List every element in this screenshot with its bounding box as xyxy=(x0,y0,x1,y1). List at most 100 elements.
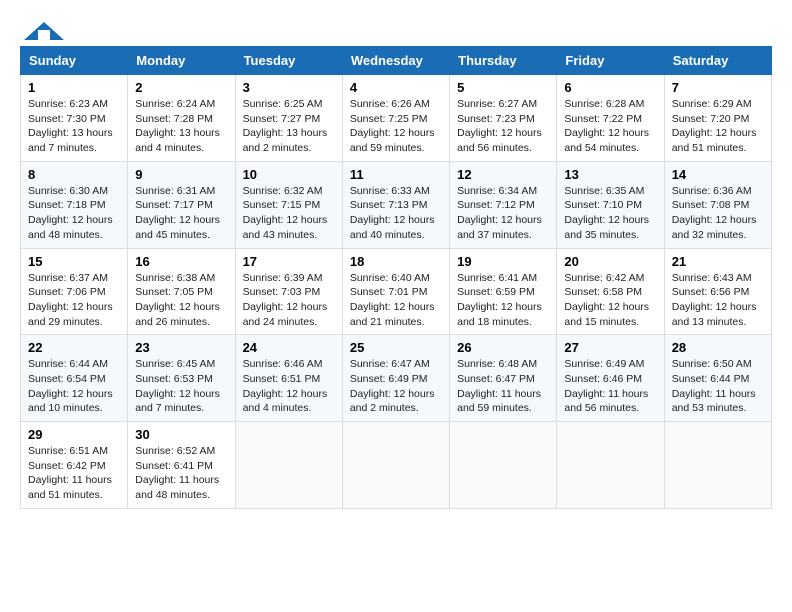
day-info: Sunrise: 6:26 AMSunset: 7:25 PMDaylight:… xyxy=(350,97,442,156)
calendar-cell: 10 Sunrise: 6:32 AMSunset: 7:15 PMDayligh… xyxy=(235,161,342,248)
day-number: 5 xyxy=(457,80,549,95)
day-info: Sunrise: 6:42 AMSunset: 6:58 PMDaylight:… xyxy=(564,271,656,330)
day-info: Sunrise: 6:43 AMSunset: 6:56 PMDaylight:… xyxy=(672,271,764,330)
day-info: Sunrise: 6:25 AMSunset: 7:27 PMDaylight:… xyxy=(243,97,335,156)
calendar-cell: 15 Sunrise: 6:37 AMSunset: 7:06 PMDayligh… xyxy=(21,248,128,335)
day-info: Sunrise: 6:35 AMSunset: 7:10 PMDaylight:… xyxy=(564,184,656,243)
day-info: Sunrise: 6:49 AMSunset: 6:46 PMDaylight:… xyxy=(564,357,656,416)
calendar-cell: 21Sunrise: 6:43 AMSunset: 6:56 PMDayligh… xyxy=(664,248,771,335)
day-number: 15 xyxy=(28,254,120,269)
day-number: 10 xyxy=(243,167,335,182)
calendar-cell: 4 Sunrise: 6:26 AMSunset: 7:25 PMDaylight… xyxy=(342,75,449,162)
day-info: Sunrise: 6:39 AMSunset: 7:03 PMDaylight:… xyxy=(243,271,335,330)
logo-icon xyxy=(22,20,66,42)
day-number: 29 xyxy=(28,427,120,442)
calendar-cell xyxy=(664,422,771,509)
calendar-cell: 1 Sunrise: 6:23 AMSunset: 7:30 PMDaylight… xyxy=(21,75,128,162)
calendar-cell: 3 Sunrise: 6:25 AMSunset: 7:27 PMDaylight… xyxy=(235,75,342,162)
calendar-cell: 30 Sunrise: 6:52 AMSunset: 6:41 PMDayligh… xyxy=(128,422,235,509)
calendar-cell: 2 Sunrise: 6:24 AMSunset: 7:28 PMDaylight… xyxy=(128,75,235,162)
day-number: 2 xyxy=(135,80,227,95)
weekday-header-thursday: Thursday xyxy=(450,47,557,75)
calendar-header: SundayMondayTuesdayWednesdayThursdayFrid… xyxy=(21,47,772,75)
calendar-cell xyxy=(342,422,449,509)
calendar-cell: 28 Sunrise: 6:50 AMSunset: 6:44 PMDayligh… xyxy=(664,335,771,422)
day-number: 22 xyxy=(28,340,120,355)
day-info: Sunrise: 6:51 AMSunset: 6:42 PMDaylight:… xyxy=(28,444,120,503)
day-info: Sunrise: 6:52 AMSunset: 6:41 PMDaylight:… xyxy=(135,444,227,503)
calendar-cell: 8 Sunrise: 6:30 AMSunset: 7:18 PMDaylight… xyxy=(21,161,128,248)
day-info: Sunrise: 6:36 AMSunset: 7:08 PMDaylight:… xyxy=(672,184,764,243)
day-number: 26 xyxy=(457,340,549,355)
day-info: Sunrise: 6:33 AMSunset: 7:13 PMDaylight:… xyxy=(350,184,442,243)
day-info: Sunrise: 6:50 AMSunset: 6:44 PMDaylight:… xyxy=(672,357,764,416)
calendar-cell: 7Sunrise: 6:29 AMSunset: 7:20 PMDaylight… xyxy=(664,75,771,162)
calendar-cell xyxy=(235,422,342,509)
calendar-cell: 17 Sunrise: 6:39 AMSunset: 7:03 PMDayligh… xyxy=(235,248,342,335)
calendar-cell: 9 Sunrise: 6:31 AMSunset: 7:17 PMDaylight… xyxy=(128,161,235,248)
day-info: Sunrise: 6:34 AMSunset: 7:12 PMDaylight:… xyxy=(457,184,549,243)
weekday-header-sunday: Sunday xyxy=(21,47,128,75)
day-number: 6 xyxy=(564,80,656,95)
day-info: Sunrise: 6:23 AMSunset: 7:30 PMDaylight:… xyxy=(28,97,120,156)
calendar-cell: 19 Sunrise: 6:41 AMSunset: 6:59 PMDayligh… xyxy=(450,248,557,335)
calendar-cell xyxy=(450,422,557,509)
calendar-cell: 24 Sunrise: 6:46 AMSunset: 6:51 PMDayligh… xyxy=(235,335,342,422)
calendar-cell: 14 Sunrise: 6:36 AMSunset: 7:08 PMDayligh… xyxy=(664,161,771,248)
calendar-cell: 6 Sunrise: 6:28 AMSunset: 7:22 PMDaylight… xyxy=(557,75,664,162)
day-info: Sunrise: 6:40 AMSunset: 7:01 PMDaylight:… xyxy=(350,271,442,330)
calendar-cell xyxy=(557,422,664,509)
day-number: 3 xyxy=(243,80,335,95)
day-number: 28 xyxy=(672,340,764,355)
day-number: 18 xyxy=(350,254,442,269)
day-number: 16 xyxy=(135,254,227,269)
day-number: 19 xyxy=(457,254,549,269)
day-number: 12 xyxy=(457,167,549,182)
day-number: 25 xyxy=(350,340,442,355)
weekday-header-monday: Monday xyxy=(128,47,235,75)
day-info: Sunrise: 6:46 AMSunset: 6:51 PMDaylight:… xyxy=(243,357,335,416)
day-info: Sunrise: 6:24 AMSunset: 7:28 PMDaylight:… xyxy=(135,97,227,156)
calendar-cell: 20 Sunrise: 6:42 AMSunset: 6:58 PMDayligh… xyxy=(557,248,664,335)
day-info: Sunrise: 6:47 AMSunset: 6:49 PMDaylight:… xyxy=(350,357,442,416)
page-header xyxy=(20,20,772,36)
day-number: 30 xyxy=(135,427,227,442)
calendar-table: SundayMondayTuesdayWednesdayThursdayFrid… xyxy=(20,46,772,509)
day-number: 4 xyxy=(350,80,442,95)
day-info: Sunrise: 6:30 AMSunset: 7:18 PMDaylight:… xyxy=(28,184,120,243)
day-number: 11 xyxy=(350,167,442,182)
day-number: 14 xyxy=(672,167,764,182)
calendar-cell: 29 Sunrise: 6:51 AMSunset: 6:42 PMDayligh… xyxy=(21,422,128,509)
calendar-cell: 11 Sunrise: 6:33 AMSunset: 7:13 PMDayligh… xyxy=(342,161,449,248)
day-info: Sunrise: 6:38 AMSunset: 7:05 PMDaylight:… xyxy=(135,271,227,330)
day-number: 17 xyxy=(243,254,335,269)
calendar-cell: 13Sunrise: 6:35 AMSunset: 7:10 PMDayligh… xyxy=(557,161,664,248)
weekday-header-wednesday: Wednesday xyxy=(342,47,449,75)
day-info: Sunrise: 6:48 AMSunset: 6:47 PMDaylight:… xyxy=(457,357,549,416)
day-info: Sunrise: 6:41 AMSunset: 6:59 PMDaylight:… xyxy=(457,271,549,330)
day-info: Sunrise: 6:37 AMSunset: 7:06 PMDaylight:… xyxy=(28,271,120,330)
weekday-header-saturday: Saturday xyxy=(664,47,771,75)
calendar-cell: 18 Sunrise: 6:40 AMSunset: 7:01 PMDayligh… xyxy=(342,248,449,335)
weekday-header-friday: Friday xyxy=(557,47,664,75)
calendar-cell: 25 Sunrise: 6:47 AMSunset: 6:49 PMDayligh… xyxy=(342,335,449,422)
day-number: 8 xyxy=(28,167,120,182)
weekday-header-tuesday: Tuesday xyxy=(235,47,342,75)
day-number: 20 xyxy=(564,254,656,269)
calendar-cell: 23 Sunrise: 6:45 AMSunset: 6:53 PMDayligh… xyxy=(128,335,235,422)
day-info: Sunrise: 6:44 AMSunset: 6:54 PMDaylight:… xyxy=(28,357,120,416)
calendar-cell: 27 Sunrise: 6:49 AMSunset: 6:46 PMDayligh… xyxy=(557,335,664,422)
calendar-cell: 12 Sunrise: 6:34 AMSunset: 7:12 PMDayligh… xyxy=(450,161,557,248)
calendar-cell: 5Sunrise: 6:27 AMSunset: 7:23 PMDaylight… xyxy=(450,75,557,162)
day-info: Sunrise: 6:32 AMSunset: 7:15 PMDaylight:… xyxy=(243,184,335,243)
calendar-cell: 26 Sunrise: 6:48 AMSunset: 6:47 PMDayligh… xyxy=(450,335,557,422)
day-number: 27 xyxy=(564,340,656,355)
day-number: 9 xyxy=(135,167,227,182)
day-info: Sunrise: 6:45 AMSunset: 6:53 PMDaylight:… xyxy=(135,357,227,416)
day-number: 24 xyxy=(243,340,335,355)
day-number: 1 xyxy=(28,80,120,95)
day-number: 23 xyxy=(135,340,227,355)
day-info: Sunrise: 6:28 AMSunset: 7:22 PMDaylight:… xyxy=(564,97,656,156)
calendar-cell: 16 Sunrise: 6:38 AMSunset: 7:05 PMDayligh… xyxy=(128,248,235,335)
day-info: Sunrise: 6:31 AMSunset: 7:17 PMDaylight:… xyxy=(135,184,227,243)
